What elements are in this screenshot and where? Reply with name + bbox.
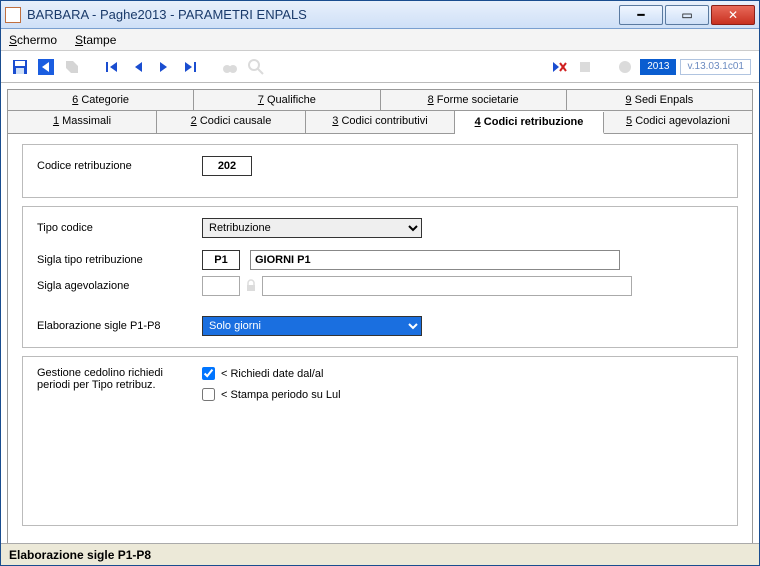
stop-icon[interactable] [574, 56, 596, 78]
tab-qualifiche[interactable]: 7 Qualifiche [194, 90, 380, 110]
year-badge: 2013 [640, 59, 676, 75]
label-elaborazione: Elaborazione sigle P1-P8 [37, 320, 202, 332]
input-codice-retribuzione[interactable] [202, 156, 252, 176]
close-button[interactable]: ✕ [711, 5, 755, 25]
window-controls: ━ ▭ ✕ [619, 5, 755, 25]
version-badge: v.13.03.1c01 [680, 59, 751, 75]
tab-container: 6 Categorie 7 Qualifiche 8 Forme societa… [7, 89, 753, 545]
tab-codici-retribuzione[interactable]: 4 Codici retribuzione [455, 112, 604, 134]
statusbar: Elaborazione sigle P1-P8 [1, 543, 759, 565]
first-icon[interactable] [101, 56, 123, 78]
checkbox-richiedi-date[interactable] [202, 367, 215, 380]
label-checkbox-stampa-periodo: < Stampa periodo su Lul [221, 389, 341, 401]
menu-schermo[interactable]: Schermo [9, 33, 57, 47]
status-text: Elaborazione sigle P1-P8 [9, 548, 151, 562]
menubar: Schermo Stampe [1, 29, 759, 51]
input-sigla-tipo-desc[interactable] [250, 250, 620, 270]
tab-row-top: 6 Categorie 7 Qualifiche 8 Forme societa… [8, 90, 752, 111]
select-tipo-codice[interactable]: Retribuzione [202, 218, 422, 238]
checkbox-stampa-periodo[interactable] [202, 388, 215, 401]
tab-row-bottom: 1 Massimali 2 Codici causale 3 Codici co… [8, 111, 752, 134]
titlebar: BARBARA - Paghe2013 - PARAMETRI ENPALS ━… [1, 1, 759, 29]
tab-forme-societarie[interactable]: 8 Forme societarie [381, 90, 567, 110]
form-area: Codice retribuzione Tipo codice Retribuz… [8, 134, 752, 544]
record-icon[interactable] [614, 56, 636, 78]
last-icon[interactable] [179, 56, 201, 78]
tab-codici-contributivi[interactable]: 3 Codici contributivi [306, 111, 455, 133]
select-elaborazione[interactable]: Solo giorni [202, 316, 422, 336]
save-icon[interactable] [9, 56, 31, 78]
label-sigla-tipo: Sigla tipo retribuzione [37, 254, 202, 266]
toolbar: 2013 v.13.03.1c01 [1, 51, 759, 83]
tag-icon[interactable] [61, 56, 83, 78]
input-sigla-agev[interactable] [202, 276, 240, 296]
input-sigla-agev-desc[interactable] [262, 276, 632, 296]
lock-icon [244, 279, 258, 293]
menu-stampe[interactable]: Stampe [75, 33, 116, 47]
window-title: BARBARA - Paghe2013 - PARAMETRI ENPALS [27, 7, 619, 22]
prev-icon[interactable] [127, 56, 149, 78]
next-icon[interactable] [153, 56, 175, 78]
fieldset-tipo: Tipo codice Retribuzione Sigla tipo retr… [22, 206, 738, 348]
label-checkbox-richiedi-date: < Richiedi date dal/al [221, 368, 323, 380]
tab-sedi-enpals[interactable]: 9 Sedi Enpals [567, 90, 752, 110]
minimize-button[interactable]: ━ [619, 5, 663, 25]
binoculars-icon[interactable] [219, 56, 241, 78]
application-window: BARBARA - Paghe2013 - PARAMETRI ENPALS ━… [0, 0, 760, 566]
search-icon[interactable] [245, 56, 267, 78]
input-sigla-tipo[interactable] [202, 250, 240, 270]
tab-codici-agevolazioni[interactable]: 5 Codici agevolazioni [604, 111, 752, 133]
label-codice-retribuzione: Codice retribuzione [37, 160, 202, 172]
app-icon [5, 7, 21, 23]
fieldset-codice: Codice retribuzione [22, 144, 738, 198]
skip-delete-icon[interactable] [548, 56, 570, 78]
label-gestione-cedolino: Gestione cedolino richiedi periodi per T… [37, 367, 202, 409]
label-sigla-agevolazione: Sigla agevolazione [37, 280, 202, 292]
back-icon[interactable] [35, 56, 57, 78]
fieldset-gestione: Gestione cedolino richiedi periodi per T… [22, 356, 738, 526]
maximize-button[interactable]: ▭ [665, 5, 709, 25]
tab-massimali[interactable]: 1 Massimali [8, 111, 157, 133]
tab-categorie[interactable]: 6 Categorie [8, 90, 194, 110]
tab-codici-causale[interactable]: 2 Codici causale [157, 111, 306, 133]
label-tipo-codice: Tipo codice [37, 222, 202, 234]
